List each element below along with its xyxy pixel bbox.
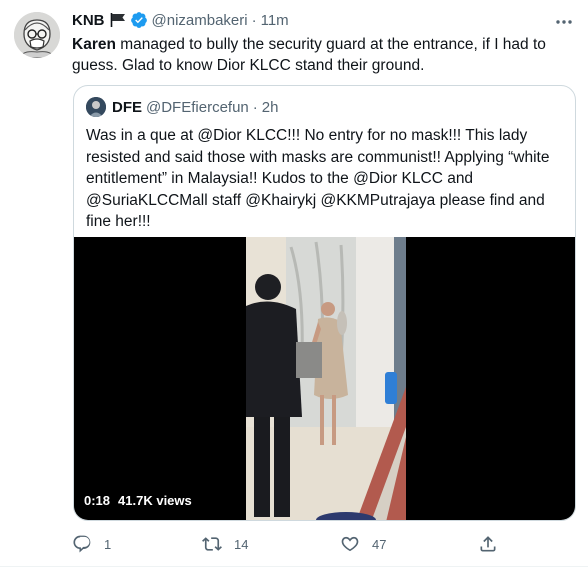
retweet-button[interactable]: 14	[202, 532, 248, 556]
quote-header: DFE @DFEfiercefun · 2h	[86, 97, 278, 117]
separator-dot: ·	[252, 98, 258, 116]
quote-tweet[interactable]: DFE @DFEfiercefun · 2h Was in a que at @…	[73, 85, 576, 521]
author-name[interactable]: KNB	[72, 12, 105, 29]
tweet-text-rest: managed to bully the security guard at t…	[72, 36, 546, 74]
flag-icon	[110, 13, 126, 27]
author-avatar[interactable]	[14, 12, 60, 58]
video-duration: 0:18	[84, 493, 111, 508]
share-button[interactable]	[478, 532, 498, 556]
video-views: 41.7K views	[118, 493, 192, 508]
reply-icon	[72, 534, 92, 554]
video-frame	[246, 237, 406, 520]
more-options-icon[interactable]	[554, 12, 574, 32]
tweet-text-bold: Karen	[72, 36, 116, 53]
action-bar: 1 14 47	[72, 532, 512, 556]
like-button[interactable]: 47	[340, 532, 386, 556]
divider	[0, 566, 588, 567]
tweet-timestamp[interactable]: 11m	[261, 12, 289, 29]
quote-author-name: DFE	[112, 98, 142, 116]
reply-button[interactable]: 1	[72, 532, 111, 556]
quote-author-handle: @DFEfiercefun	[146, 98, 249, 116]
tweet-header: KNB @nizambakeri · 11m	[72, 10, 289, 30]
quote-timestamp: 2h	[261, 98, 279, 116]
quote-author-avatar	[86, 97, 106, 117]
retweet-count: 14	[234, 536, 249, 552]
retweet-icon	[202, 534, 222, 554]
like-count: 47	[372, 536, 387, 552]
quote-text: Was in a que at @Dior KLCC!!! No entry f…	[86, 127, 550, 230]
heart-icon	[340, 534, 360, 554]
tweet[interactable]: KNB @nizambakeri · 11m Karen managed to …	[0, 0, 588, 568]
tweet-text: Karen managed to bully the security guar…	[72, 34, 552, 76]
video-player[interactable]: 0:18 41.7K views	[74, 237, 575, 520]
verified-badge-icon	[130, 11, 148, 29]
separator-dot: ·	[251, 11, 257, 29]
share-icon	[478, 534, 498, 554]
video-stats: 0:18 41.7K views	[84, 493, 192, 508]
reply-count: 1	[104, 536, 112, 552]
author-handle[interactable]: @nizambakeri	[152, 12, 248, 29]
